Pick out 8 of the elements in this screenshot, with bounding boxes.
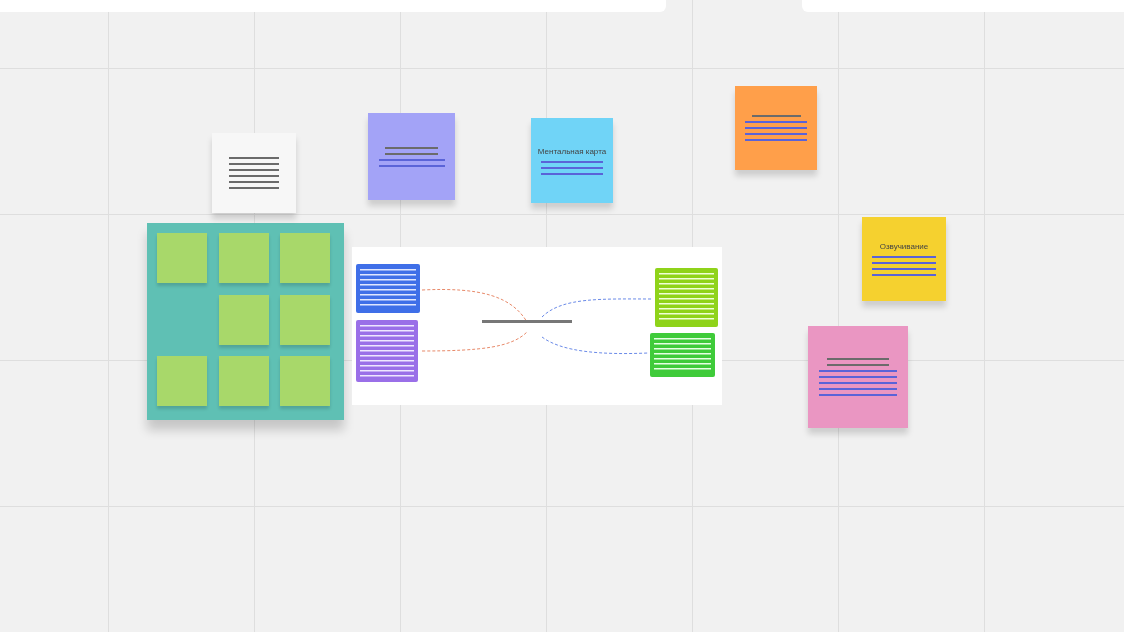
sticky-note[interactable]: Озвучивание	[862, 217, 946, 301]
sticky-note[interactable]: Ментальная карта	[531, 118, 613, 203]
note-title: Озвучивание	[879, 242, 929, 252]
sticky-note[interactable]	[368, 113, 455, 200]
sticky-note[interactable]	[735, 86, 817, 170]
note-title: Ментальная карта	[537, 146, 607, 157]
sticky-note[interactable]	[808, 326, 908, 428]
sticky-note[interactable]	[212, 133, 296, 213]
